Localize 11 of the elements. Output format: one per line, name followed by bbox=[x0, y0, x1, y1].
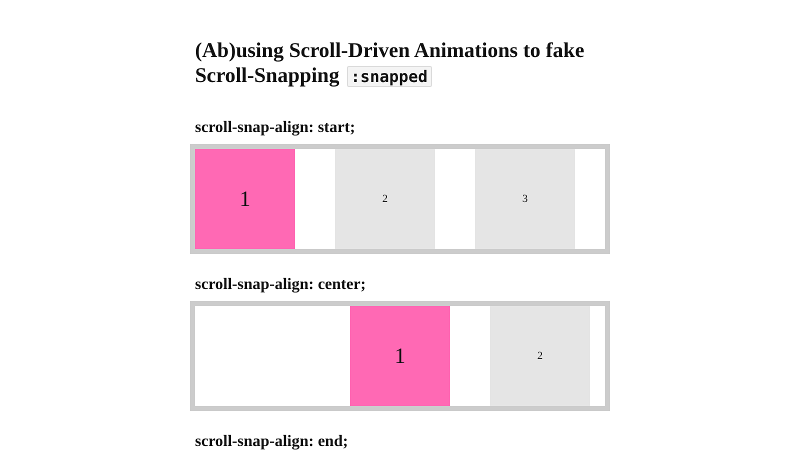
demo-heading: scroll-snap-align: center; bbox=[195, 276, 367, 293]
demo-heading: scroll-snap-align: start; bbox=[195, 119, 356, 136]
demo-heading: scroll-snap-align: end; bbox=[195, 433, 350, 450]
scroll-container[interactable]: 1 2 3 bbox=[190, 144, 610, 254]
page-title: (Ab)using Scroll-Driven Animations to fake Scroll-Snapping :snapped bbox=[195, 38, 586, 89]
snap-item: 1 bbox=[195, 149, 295, 249]
snap-item: 1 bbox=[350, 306, 450, 406]
snap-item: 2 bbox=[490, 306, 590, 406]
scroll-container[interactable]: 1 2 bbox=[190, 301, 610, 411]
snap-item: 2 bbox=[335, 149, 435, 249]
snap-item: 3 bbox=[475, 149, 575, 249]
